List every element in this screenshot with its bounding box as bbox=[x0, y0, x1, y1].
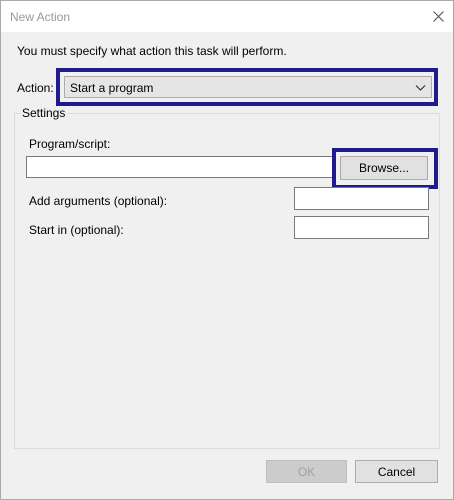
action-label: Action: bbox=[17, 81, 54, 95]
instruction-text: You must specify what action this task w… bbox=[17, 44, 287, 58]
new-action-dialog: New Action You must specify what action … bbox=[0, 0, 454, 500]
arguments-label: Add arguments (optional): bbox=[29, 194, 168, 208]
ok-button[interactable]: OK bbox=[266, 460, 347, 483]
action-dropdown-value: Start a program bbox=[70, 81, 154, 95]
arguments-input[interactable] bbox=[294, 187, 429, 210]
settings-legend: Settings bbox=[20, 106, 68, 120]
close-icon bbox=[432, 11, 444, 22]
title-bar: New Action bbox=[1, 1, 453, 32]
cancel-button[interactable]: Cancel bbox=[355, 460, 438, 483]
chevron-down-icon bbox=[415, 85, 426, 91]
action-dropdown[interactable]: Start a program bbox=[64, 76, 432, 98]
program-script-input[interactable] bbox=[26, 156, 334, 178]
browse-button[interactable]: Browse... bbox=[340, 156, 428, 180]
window-title: New Action bbox=[10, 10, 71, 24]
start-in-input[interactable] bbox=[294, 216, 429, 239]
start-in-label: Start in (optional): bbox=[29, 223, 124, 237]
close-button[interactable] bbox=[423, 1, 453, 32]
program-script-label: Program/script: bbox=[29, 137, 111, 151]
